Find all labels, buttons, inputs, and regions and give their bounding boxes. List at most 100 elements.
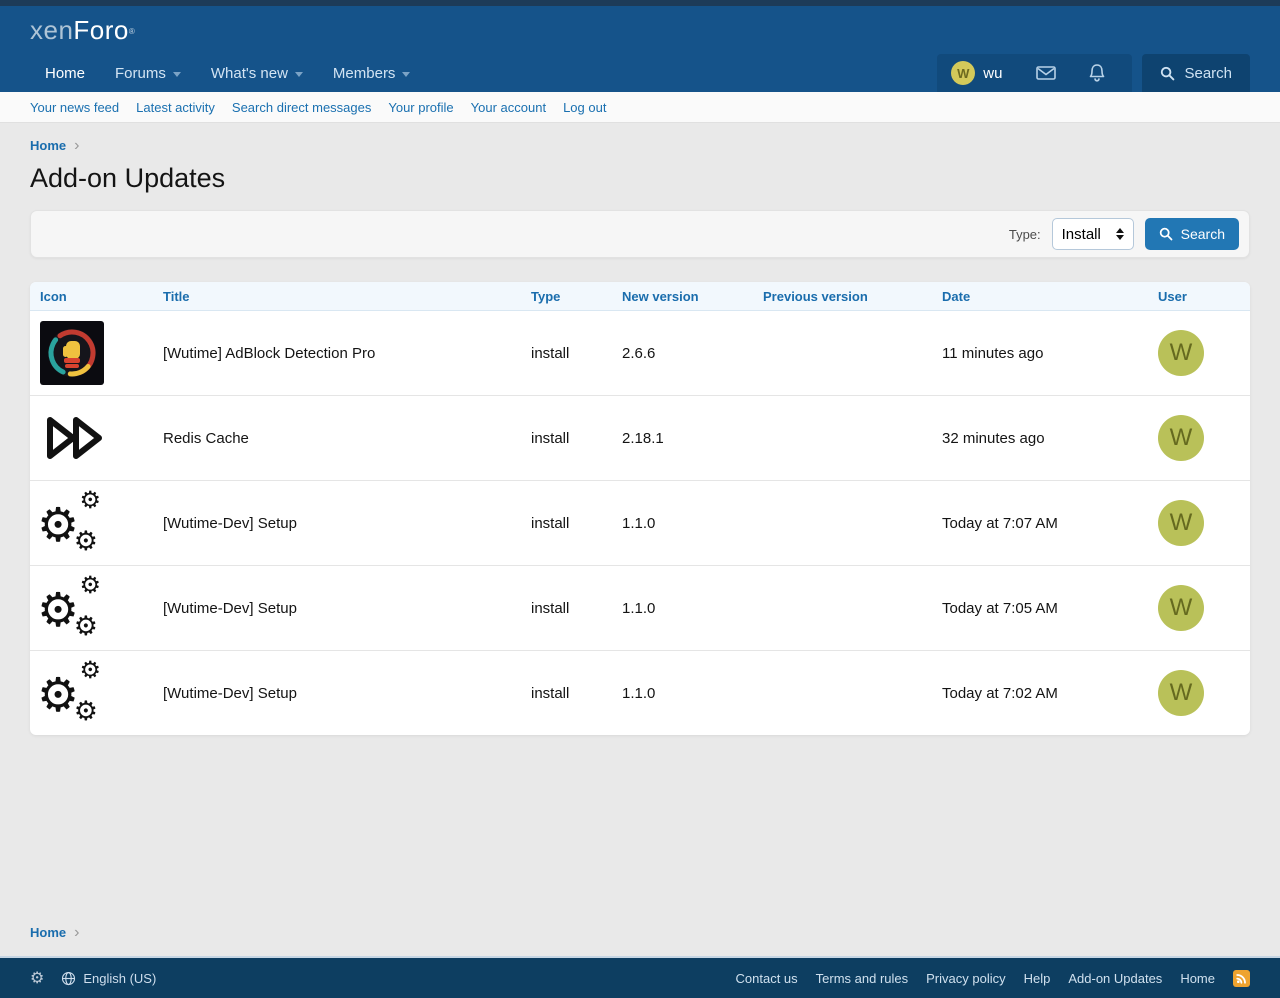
rss-icon[interactable] [1233, 970, 1250, 987]
account-subnav: Your news feed Latest activity Search di… [0, 92, 1280, 123]
nav-item-forums[interactable]: Forums [100, 54, 196, 92]
gears-icon: ⚙⚙⚙ [40, 576, 104, 640]
xenforo-logo[interactable]: xenForo® [30, 6, 1250, 45]
type-select-value: Install [1062, 226, 1101, 243]
addon-date: 11 minutes ago [932, 311, 1148, 395]
fast-forward-icon [40, 406, 104, 470]
site-header: xenForo® Home Forums What's new Members … [0, 6, 1280, 92]
footer-left: ⚙ English (US) [30, 970, 156, 986]
user-avatar[interactable]: W [1158, 415, 1204, 461]
site-footer: ⚙ English (US) Contact us Terms and rule… [0, 956, 1280, 998]
addon-previous-version [753, 396, 932, 480]
logo-xen: xen [30, 15, 73, 45]
bottom-breadcrumb-area: Home › [30, 925, 1250, 940]
addon-title[interactable]: [Wutime-Dev] Setup [153, 481, 521, 565]
user-avatar[interactable]: W [1158, 330, 1204, 376]
footer-addon-updates[interactable]: Add-on Updates [1068, 971, 1162, 986]
bell-icon[interactable] [1076, 63, 1118, 83]
table-header-row: Icon Title Type New version Previous ver… [30, 282, 1250, 311]
col-header-new-version: New version [612, 282, 753, 310]
main-nav-row: Home Forums What's new Members W wu [30, 54, 1250, 92]
breadcrumb: Home › [30, 138, 1250, 153]
gears-icon: ⚙⚙⚙ [40, 491, 104, 555]
breadcrumb-home-link[interactable]: Home [30, 925, 66, 940]
subnav-your-account[interactable]: Your account [471, 100, 546, 115]
footer-home[interactable]: Home [1180, 971, 1215, 986]
col-header-user: User [1148, 282, 1250, 310]
addon-type: install [521, 651, 612, 735]
avatar[interactable]: W [951, 61, 975, 85]
style-gear-icon[interactable]: ⚙ [30, 970, 44, 986]
select-arrows-icon [1116, 228, 1124, 240]
subnav-latest-activity[interactable]: Latest activity [136, 100, 215, 115]
globe-icon [61, 971, 76, 986]
nav-item-members[interactable]: Members [318, 54, 426, 92]
breadcrumb-home-link[interactable]: Home [30, 138, 66, 153]
addon-type: install [521, 311, 612, 395]
mail-icon[interactable] [1024, 65, 1068, 81]
chevron-down-icon [295, 72, 303, 77]
logo-foro: Foro [73, 15, 128, 45]
type-select[interactable]: Install [1052, 218, 1134, 250]
chevron-down-icon [402, 72, 410, 77]
addon-title[interactable]: [Wutime] AdBlock Detection Pro [153, 311, 521, 395]
type-filter-label: Type: [1009, 227, 1041, 242]
addon-new-version: 2.6.6 [612, 311, 753, 395]
user-avatar[interactable]: W [1158, 585, 1204, 631]
subnav-search-dm[interactable]: Search direct messages [232, 100, 371, 115]
xenforo-page: xenForo® Home Forums What's new Members … [0, 0, 1280, 998]
main-content: Home › Add-on Updates Type: Install Sear… [0, 123, 1280, 956]
chevron-right-icon: › [74, 927, 79, 939]
nav-item-home[interactable]: Home [30, 54, 100, 92]
table-row: ⚙⚙⚙ [Wutime-Dev] Setup install 1.1.0 Tod… [30, 566, 1250, 651]
addon-new-version: 2.18.1 [612, 396, 753, 480]
addon-previous-version [753, 481, 932, 565]
addon-previous-version [753, 651, 932, 735]
footer-contact-us[interactable]: Contact us [736, 971, 798, 986]
addon-type: install [521, 396, 612, 480]
col-header-title: Title [153, 282, 521, 310]
addon-previous-version [753, 566, 932, 650]
footer-help[interactable]: Help [1024, 971, 1051, 986]
table-row: ⚙⚙⚙ [Wutime-Dev] Setup install 1.1.0 Tod… [30, 651, 1250, 735]
filter-bar: Type: Install Search [30, 210, 1250, 258]
col-header-icon: Icon [30, 282, 153, 310]
addon-date: Today at 7:05 AM [932, 566, 1148, 650]
user-avatar[interactable]: W [1158, 670, 1204, 716]
header-search-button[interactable]: Search [1142, 54, 1250, 92]
nav-item-whats-new[interactable]: What's new [196, 54, 318, 92]
addon-title[interactable]: [Wutime-Dev] Setup [153, 651, 521, 735]
footer-terms-rules[interactable]: Terms and rules [816, 971, 908, 986]
col-header-date: Date [932, 282, 1148, 310]
footer-privacy-policy[interactable]: Privacy policy [926, 971, 1005, 986]
addon-new-version: 1.1.0 [612, 651, 753, 735]
footer-links: Contact us Terms and rules Privacy polic… [736, 970, 1251, 987]
addon-date: 32 minutes ago [932, 396, 1148, 480]
username-link[interactable]: wu [983, 65, 1002, 82]
gears-icon: ⚙⚙⚙ [40, 661, 104, 725]
filter-search-label: Search [1181, 226, 1225, 242]
addon-type: install [521, 481, 612, 565]
breadcrumb: Home › [30, 925, 1250, 940]
page-title: Add-on Updates [30, 163, 1250, 194]
chevron-right-icon: › [74, 140, 79, 152]
subnav-log-out[interactable]: Log out [563, 100, 606, 115]
addon-title[interactable]: [Wutime-Dev] Setup [153, 566, 521, 650]
addon-updates-table: Icon Title Type New version Previous ver… [30, 282, 1250, 735]
addon-title[interactable]: Redis Cache [153, 396, 521, 480]
user-avatar[interactable]: W [1158, 500, 1204, 546]
addon-date: Today at 7:02 AM [932, 651, 1148, 735]
table-row: ⚙⚙⚙ [Wutime-Dev] Setup install 1.1.0 Tod… [30, 481, 1250, 566]
filter-search-button[interactable]: Search [1145, 218, 1239, 250]
col-header-type: Type [521, 282, 612, 310]
table-row: Redis Cache install 2.18.1 32 minutes ag… [30, 396, 1250, 481]
main-nav: Home Forums What's new Members [30, 54, 425, 92]
chevron-down-icon [173, 72, 181, 77]
addon-previous-version [753, 311, 932, 395]
subnav-news-feed[interactable]: Your news feed [30, 100, 119, 115]
user-panel: W wu [937, 54, 1132, 92]
language-chooser[interactable]: English (US) [61, 971, 156, 986]
addon-new-version: 1.1.0 [612, 566, 753, 650]
adblock-fist-icon [40, 321, 104, 385]
subnav-your-profile[interactable]: Your profile [388, 100, 453, 115]
